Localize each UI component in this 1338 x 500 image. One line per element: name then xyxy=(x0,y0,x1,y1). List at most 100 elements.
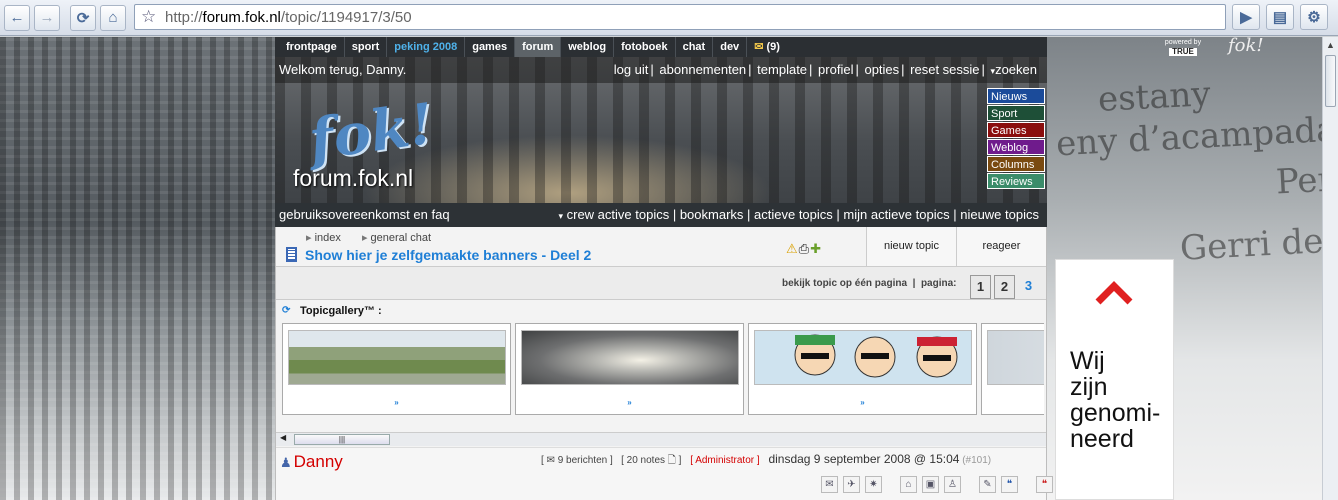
page-2-button[interactable]: 2 xyxy=(994,275,1015,299)
user-icon[interactable]: ♙ xyxy=(944,476,961,493)
print-icon[interactable]: ⎙ xyxy=(799,241,810,256)
scroll-thumb[interactable]: ||| xyxy=(294,434,390,445)
southpark-banner-thumb[interactable] xyxy=(754,330,972,385)
gallery-item[interactable]: » xyxy=(515,323,744,415)
link-crew-active[interactable]: crew active topics xyxy=(567,207,670,222)
page-title[interactable]: Show hier je zelfgemaakte banners - Deel… xyxy=(286,247,591,263)
post-number[interactable]: (#101) xyxy=(962,455,991,466)
crumb-index[interactable]: index xyxy=(306,232,341,244)
bookmark-star-icon[interactable]: ☆ xyxy=(141,7,156,27)
go-button[interactable]: ▶ xyxy=(1232,4,1260,30)
sky-banner-thumb[interactable] xyxy=(521,330,739,385)
more-link[interactable]: » xyxy=(749,398,976,407)
page-scrollbar[interactable]: ▲ xyxy=(1322,37,1338,500)
page-current[interactable]: 3 xyxy=(1018,275,1039,299)
quote-icon[interactable]: ❝ xyxy=(1001,476,1018,493)
url-path: /topic/1194917/3/50 xyxy=(280,8,412,26)
header-banner: Welkom terug, Danny. log uit | abonnement… xyxy=(275,57,1047,227)
warning-icon[interactable]: ⚠ xyxy=(786,241,799,256)
link-terms-faq[interactable]: gebruiksovereenkomst en faq xyxy=(279,203,450,227)
link-logout[interactable]: log uit xyxy=(612,62,651,77)
crumb-general-chat[interactable]: general chat xyxy=(362,232,431,244)
nav-dev[interactable]: dev xyxy=(713,37,748,57)
powered-by: powered by TRUE xyxy=(1148,37,1218,57)
tab-nieuws[interactable]: Nieuws xyxy=(987,88,1045,104)
section-tabs: Nieuws Sport Games Weblog Columns Review… xyxy=(987,88,1045,190)
link-options[interactable]: opties xyxy=(862,62,901,77)
nav-chat[interactable]: chat xyxy=(676,37,714,57)
gallery-item[interactable]: » xyxy=(282,323,511,415)
topic-content: index general chat Show hier je zelfgema… xyxy=(275,227,1053,500)
tab-columns[interactable]: Columns xyxy=(987,156,1045,172)
nav-sport[interactable]: sport xyxy=(345,37,388,57)
nav-forum[interactable]: forum xyxy=(515,37,562,57)
post-date: dinsdag 9 september 2008 @ 15:04 xyxy=(768,452,960,466)
nav-peking[interactable]: peking 2008 xyxy=(387,37,466,57)
fok-banner-thumb[interactable] xyxy=(987,330,1044,385)
pagination-bar: bekijk topic op één pagina | pagina: 1 2… xyxy=(276,266,1046,300)
link-profile[interactable]: profiel xyxy=(816,62,855,77)
welcome-text: Welkom terug, Danny. xyxy=(279,62,407,77)
link-my-active-topics[interactable]: mijn actieve topics xyxy=(843,207,949,222)
page-label: pagina: xyxy=(920,278,957,289)
tab-games[interactable]: Games xyxy=(987,122,1045,138)
home-icon[interactable]: ⌂ xyxy=(900,476,917,493)
bird-icon[interactable]: ✈ xyxy=(843,476,860,493)
note-icon[interactable]: 🗋 xyxy=(668,455,676,466)
bookmark-add-icon[interactable]: ✚ xyxy=(810,241,822,256)
image-icon[interactable]: ▣ xyxy=(922,476,939,493)
nav-games[interactable]: games xyxy=(465,37,516,57)
back-button[interactable]: ← xyxy=(4,4,30,31)
message-icon[interactable]: ✉ xyxy=(821,476,838,493)
topic-title[interactable]: Show hier je zelfgemaakte banners - Deel… xyxy=(305,247,591,263)
more-link[interactable]: » xyxy=(516,398,743,407)
scroll-left-icon[interactable]: ◀ xyxy=(280,433,286,442)
edit-icon[interactable]: ✎ xyxy=(979,476,996,493)
view-one-page-link[interactable]: bekijk topic op één pagina xyxy=(782,278,907,289)
scroll-up-icon[interactable]: ▲ xyxy=(1323,37,1338,53)
address-bar[interactable]: ☆ http://forum.fok.nl/topic/1194917/3/50 xyxy=(134,4,1226,30)
wrench-icon[interactable]: ⚙ xyxy=(1300,4,1328,30)
site-name[interactable]: forum.fok.nl xyxy=(293,165,413,192)
link-template[interactable]: template xyxy=(755,62,809,77)
nav-fotoboek[interactable]: fotoboek xyxy=(614,37,676,57)
link-bookmarks[interactable]: bookmarks xyxy=(680,207,744,222)
gallery-item[interactable] xyxy=(981,323,1044,415)
powered-brand: TRUE xyxy=(1169,48,1197,56)
star-icon[interactable]: ✷ xyxy=(865,476,882,493)
quote-reply-icon[interactable]: ❝ xyxy=(1036,476,1053,493)
post-messages[interactable]: [ ✉ 9 berichten ] xyxy=(541,455,613,466)
link-active-topics[interactable]: actieve topics xyxy=(754,207,833,222)
link-reset-session[interactable]: reset sessie xyxy=(908,62,981,77)
tab-weblog[interactable]: Weblog xyxy=(987,139,1045,155)
web-page: estany eny d’acampada Per Gerri de front… xyxy=(0,37,1322,500)
gallery-item[interactable]: » xyxy=(748,323,977,415)
page-menu-icon[interactable]: ▤ xyxy=(1266,4,1294,30)
reload-button[interactable]: ⟳ xyxy=(70,4,96,31)
advertisement[interactable]: Wij zijn genomi-neerd xyxy=(1055,259,1174,500)
nav-weblog[interactable]: weblog xyxy=(561,37,615,57)
page-scroll-thumb[interactable] xyxy=(1325,55,1336,107)
refresh-icon[interactable]: ⟳ xyxy=(282,305,290,316)
nav-frontpage[interactable]: frontpage xyxy=(279,37,345,57)
post-author[interactable]: Danny xyxy=(280,452,343,472)
reply-button[interactable]: reageer xyxy=(957,227,1046,266)
nav-mail[interactable]: ✉ (9) xyxy=(747,37,787,57)
tab-reviews[interactable]: Reviews xyxy=(987,173,1045,189)
gallery-scrollbar[interactable]: ◀ ||| xyxy=(276,432,1046,446)
powered-by-label: powered by xyxy=(1164,39,1202,46)
home-button[interactable]: ⌂ xyxy=(100,4,126,31)
tab-sport[interactable]: Sport xyxy=(987,105,1045,121)
landscape-banner-thumb[interactable] xyxy=(288,330,506,385)
fok-logo-small[interactable]: fok! xyxy=(1228,37,1264,56)
fok-logo[interactable]: fok! xyxy=(305,91,438,174)
new-topic-button[interactable]: nieuw topic xyxy=(866,227,957,266)
post-notes[interactable]: [ 20 notes xyxy=(621,455,668,466)
page-1-button[interactable]: 1 xyxy=(970,275,991,299)
link-new-topics[interactable]: nieuwe topics xyxy=(960,207,1039,222)
southpark-characters-icon xyxy=(794,334,958,378)
more-link[interactable]: » xyxy=(283,398,510,407)
link-search[interactable]: ▾zoeken xyxy=(989,62,1039,77)
link-subscriptions[interactable]: abonnementen xyxy=(657,62,748,77)
forward-button[interactable]: → xyxy=(34,4,60,31)
